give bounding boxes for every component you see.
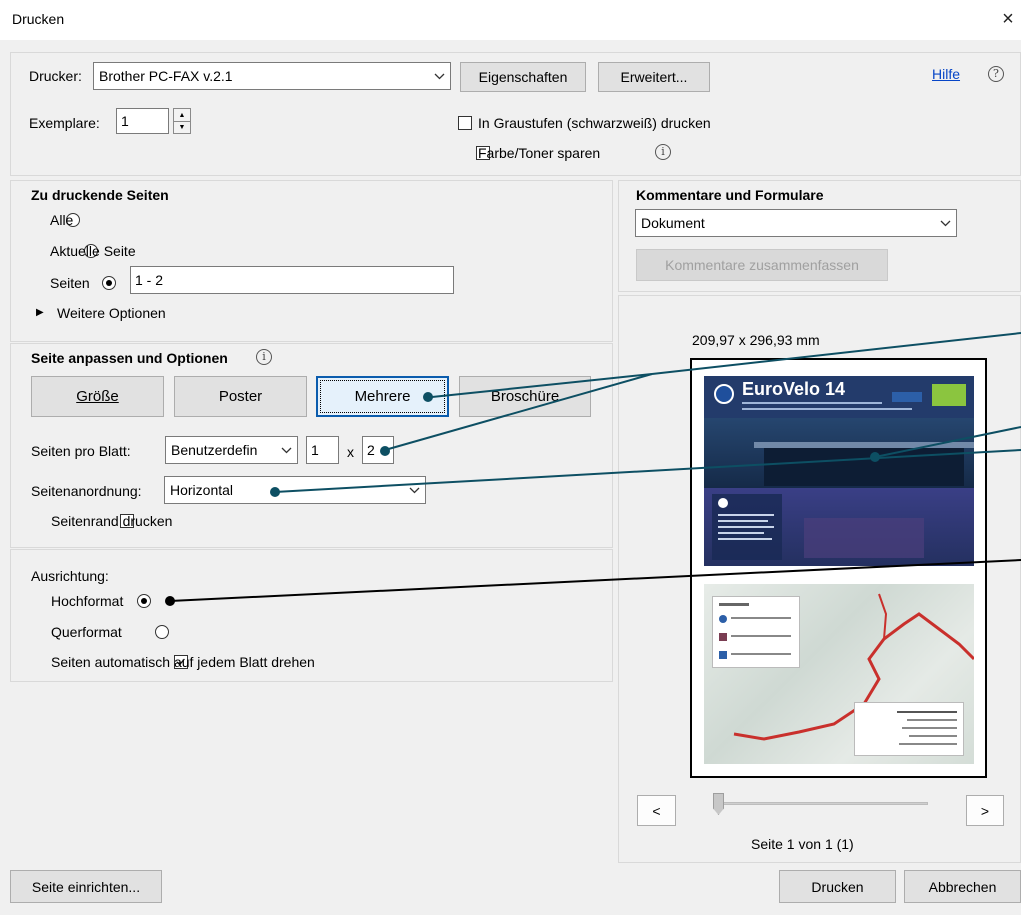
order-select[interactable]: Horizontal — [164, 476, 426, 504]
info-icon[interactable]: i — [655, 144, 671, 160]
title-bar — [0, 0, 1021, 40]
pages-range-input[interactable]: 1 - 2 — [130, 266, 454, 294]
partner-logo — [892, 392, 922, 402]
pages-heading: Zu druckende Seiten — [31, 187, 169, 203]
rows-input[interactable]: 2 — [362, 436, 394, 464]
summarize-comments-button[interactable]: Kommentare zusammenfassen — [636, 249, 888, 281]
close-icon[interactable]: × — [996, 6, 1020, 32]
copies-label: Exemplare: — [29, 115, 100, 131]
bridge-photo — [704, 418, 974, 488]
preview-sheet: EuroVelo 14 — [690, 358, 987, 778]
stepper-down-icon[interactable]: ▼ — [174, 121, 190, 133]
orientation-heading: Ausrichtung: — [31, 568, 109, 584]
cancel-button[interactable]: Abbrechen — [904, 870, 1021, 903]
grayscale-label: In Graustufen (schwarzweiß) drucken — [478, 115, 711, 131]
comments-heading: Kommentare und Formulare — [636, 187, 824, 203]
night-photo — [704, 488, 974, 566]
times-label: x — [347, 444, 354, 460]
radio-pages-label: Seiten — [50, 275, 90, 291]
window-title: Drucken — [12, 11, 65, 27]
more-options-label[interactable]: Weitere Optionen — [57, 305, 166, 321]
border-label: Seitenrand drucken — [51, 513, 173, 529]
comments-value: Dokument — [641, 215, 705, 231]
chevron-down-icon — [275, 437, 297, 463]
fit-info-icon[interactable]: i — [256, 349, 272, 365]
eurovelo-badge-icon — [714, 384, 734, 404]
tab-multiple[interactable]: Mehrere — [316, 376, 449, 417]
tab-poster[interactable]: Poster — [174, 376, 307, 417]
copies-stepper[interactable]: ▲ ▼ — [173, 108, 191, 134]
pages-per-sheet-value: Benutzerdefin — [171, 442, 258, 458]
comments-select[interactable]: Dokument — [635, 209, 957, 237]
order-label: Seitenanordnung: — [31, 483, 142, 499]
radio-current-label: Aktuelle Seite — [50, 243, 136, 259]
pages-per-sheet-select[interactable]: Benutzerdefin — [165, 436, 298, 464]
help-link[interactable]: Hilfe — [932, 66, 960, 82]
columns-input[interactable]: 1 — [306, 436, 339, 464]
radio-landscape-label: Querformat — [51, 624, 122, 640]
printer-select[interactable]: Brother PC-FAX v.2.1 — [93, 62, 451, 90]
printer-value: Brother PC-FAX v.2.1 — [99, 68, 233, 84]
tab-size-label: Größe — [76, 388, 119, 405]
next-page-button[interactable]: > — [966, 795, 1004, 826]
prev-page-button[interactable]: < — [637, 795, 676, 826]
page-setup-button[interactable]: Seite einrichten... — [10, 870, 162, 903]
print-button[interactable]: Drucken — [779, 870, 896, 903]
page-status: Seite 1 von 1 (1) — [751, 836, 854, 852]
chevron-down-icon — [934, 210, 956, 236]
grayscale-checkbox[interactable] — [458, 116, 472, 130]
chevron-down-icon — [403, 477, 425, 503]
autorotate-label: Seiten automatisch auf jedem Blatt drehe… — [51, 654, 315, 670]
radio-all-label: Alle — [50, 212, 74, 228]
toner-label: Farbe/Toner sparen — [478, 145, 601, 161]
radio-pages[interactable] — [101, 276, 116, 290]
preview-page-title: EuroVelo 14 — [742, 379, 846, 399]
stepper-up-icon[interactable]: ▲ — [174, 109, 190, 121]
radio-portrait-label: Hochformat — [51, 593, 124, 609]
order-value: Horizontal — [170, 482, 234, 498]
tab-size[interactable]: Größe — [31, 376, 164, 417]
copies-input[interactable]: 1 — [116, 108, 169, 134]
pages-per-sheet-label: Seiten pro Blatt: — [31, 443, 131, 459]
advanced-button[interactable]: Erweitert... — [598, 62, 710, 92]
chevron-down-icon — [428, 63, 450, 89]
preview-page-2 — [704, 584, 974, 764]
printer-label: Drucker: — [29, 68, 82, 84]
expand-triangle-icon[interactable]: ▶ — [36, 307, 44, 318]
tab-booklet[interactable]: Broschüre — [459, 376, 591, 417]
page-size-label: 209,97 x 296,93 mm — [692, 332, 820, 348]
contact-box — [854, 702, 964, 756]
page-slider-track[interactable] — [715, 802, 928, 805]
help-question-icon[interactable]: ? — [988, 66, 1004, 82]
fit-heading: Seite anpassen und Optionen — [31, 350, 228, 366]
properties-button[interactable]: Eigenschaften — [460, 62, 586, 92]
preview-page-1: EuroVelo 14 — [704, 376, 974, 566]
partner-logo — [932, 384, 966, 406]
